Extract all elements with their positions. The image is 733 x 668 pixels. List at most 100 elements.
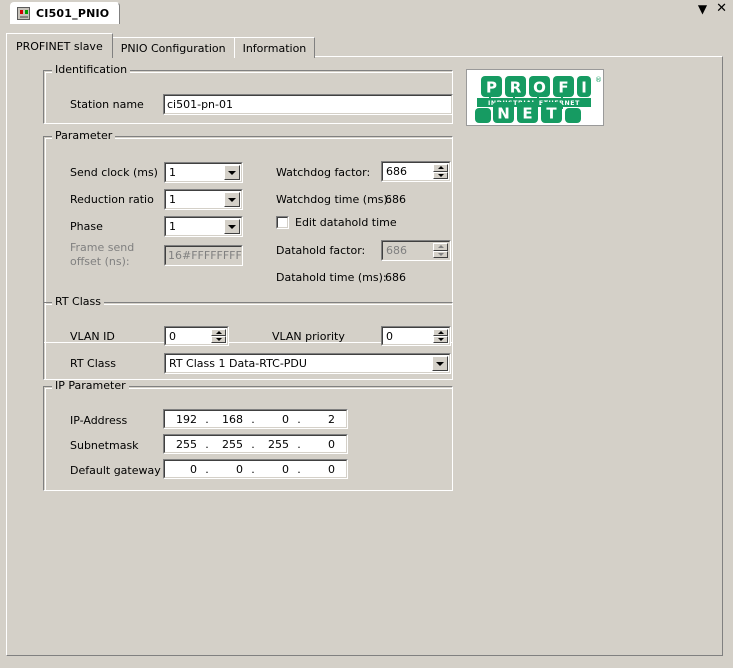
- close-icon[interactable]: ✕: [716, 2, 727, 15]
- ip-address-input[interactable]: 192 . 168 . 0 . 2: [163, 409, 348, 429]
- subnetmask-label: Subnetmask: [70, 439, 139, 452]
- parameter-title: Parameter: [52, 130, 116, 142]
- watchdog-time-label: Watchdog time (ms):: [276, 193, 392, 206]
- gateway-octet-3[interactable]: 0: [257, 463, 295, 476]
- spinner-up-icon[interactable]: [433, 164, 448, 172]
- subnet-octet-2[interactable]: 255: [211, 438, 249, 451]
- ip-parameter-groupbox: IP Parameter IP-Address 192 . 168 . 0 . …: [43, 380, 453, 491]
- send-clock-combobox[interactable]: 1: [164, 162, 243, 183]
- reduction-ratio-label: Reduction ratio: [70, 193, 154, 206]
- ip-octet-2[interactable]: 168: [211, 413, 249, 426]
- tab-information[interactable]: Information: [233, 37, 316, 58]
- rt-class-value: RT Class 1 Data-RTC-PDU: [169, 357, 307, 370]
- spinner-down-icon: [433, 250, 448, 258]
- ip-separator: .: [251, 462, 255, 476]
- vlan-priority-value: 0: [386, 329, 393, 343]
- phase-combobox[interactable]: 1: [164, 216, 243, 237]
- spinner-down-icon[interactable]: [433, 171, 448, 179]
- tab-pnio-configuration[interactable]: PNIO Configuration: [111, 37, 235, 58]
- vlan-priority-spinner[interactable]: 0: [381, 326, 451, 346]
- default-gateway-input[interactable]: 0 . 0 . 0 . 0: [163, 459, 348, 479]
- vlan-priority-label: VLAN priority: [272, 330, 345, 343]
- identification-title: Identification: [52, 64, 131, 76]
- edit-datahold-time-checkbox[interactable]: Edit datahold time: [276, 216, 397, 229]
- datahold-factor-value: 686: [386, 244, 407, 257]
- station-name-label: Station name: [70, 98, 144, 111]
- logo-top-letters: P R O F I ®: [481, 76, 602, 97]
- datahold-time-value: 686: [385, 271, 406, 284]
- tab-strip: PROFINET slave PNIO Configuration Inform…: [6, 31, 316, 58]
- vlan-id-value: 0: [169, 329, 176, 343]
- subnet-octet-3[interactable]: 255: [257, 438, 295, 451]
- svg-text:O: O: [533, 79, 546, 97]
- gateway-octet-4[interactable]: 0: [303, 463, 341, 476]
- reduction-ratio-value: 1: [169, 193, 176, 206]
- minimize-icon[interactable]: ▼: [698, 3, 707, 15]
- module-icon: [17, 7, 30, 20]
- spinner-down-icon[interactable]: [211, 336, 226, 343]
- frame-send-offset-value: 16#FFFFFFFF: [168, 249, 242, 262]
- gateway-octet-2[interactable]: 0: [211, 463, 249, 476]
- tab-profinet-slave[interactable]: PROFINET slave: [6, 33, 113, 58]
- watchdog-factor-label: Watchdog factor:: [276, 166, 371, 179]
- profinet-logo-svg: P R O F I ® N E T: [475, 76, 602, 123]
- station-name-value: ci501-pn-01: [167, 98, 233, 111]
- ip-separator: .: [205, 437, 209, 451]
- ip-octet-3[interactable]: 0: [257, 413, 295, 426]
- datahold-factor-label: Datahold factor:: [276, 244, 366, 257]
- subnet-octet-4[interactable]: 0: [303, 438, 341, 451]
- phase-label: Phase: [70, 220, 103, 233]
- ip-separator: .: [297, 462, 301, 476]
- document-tab-ci501-pnio[interactable]: CI501_PNIO: [10, 2, 121, 24]
- svg-text:E: E: [522, 105, 532, 123]
- svg-text:R: R: [510, 79, 522, 97]
- window-titlebar: CI501_PNIO ▼ ✕: [0, 0, 733, 25]
- ip-separator: .: [297, 412, 301, 426]
- datahold-factor-spinner: 686: [381, 240, 451, 261]
- phase-value: 1: [169, 220, 176, 233]
- watchdog-factor-value: 686: [386, 165, 407, 178]
- spinner-down-icon[interactable]: [433, 336, 448, 343]
- chevron-down-icon[interactable]: [432, 356, 448, 371]
- subnet-octet-1[interactable]: 255: [165, 438, 203, 451]
- ip-separator: .: [297, 437, 301, 451]
- spinner-up-icon[interactable]: [433, 329, 448, 336]
- svg-text:N: N: [497, 105, 510, 123]
- tab-label: PNIO Configuration: [120, 41, 226, 55]
- chevron-down-icon[interactable]: [224, 192, 240, 207]
- window-buttons: ▼ ✕: [698, 2, 727, 15]
- registered-mark: ®: [595, 76, 602, 84]
- subnetmask-input[interactable]: 255 . 255 . 255 . 0: [163, 434, 348, 454]
- send-clock-label: Send clock (ms): [70, 166, 158, 179]
- ip-separator: .: [251, 437, 255, 451]
- svg-text:F: F: [558, 79, 568, 97]
- gateway-octet-1[interactable]: 0: [165, 463, 203, 476]
- tab-label: PROFINET slave: [16, 39, 103, 53]
- frame-send-offset-label-line1: Frame send: [70, 241, 135, 254]
- rt-class-title: RT Class: [52, 296, 104, 308]
- spinner-up-icon[interactable]: [211, 329, 226, 336]
- checkbox-box[interactable]: [276, 216, 289, 229]
- send-clock-value: 1: [169, 166, 176, 179]
- rt-class-label: RT Class: [70, 357, 116, 370]
- svg-text:T: T: [546, 105, 557, 123]
- chevron-down-icon[interactable]: [224, 165, 240, 180]
- frame-send-offset-input: 16#FFFFFFFF: [164, 245, 243, 266]
- rt-class-combobox[interactable]: RT Class 1 Data-RTC-PDU: [164, 353, 451, 374]
- watchdog-factor-spinner[interactable]: 686: [381, 161, 451, 182]
- ip-separator: .: [251, 412, 255, 426]
- edit-datahold-time-label: Edit datahold time: [295, 216, 397, 229]
- ip-octet-4[interactable]: 2: [303, 413, 341, 426]
- chevron-down-icon[interactable]: [224, 219, 240, 234]
- station-name-input[interactable]: ci501-pn-01: [163, 94, 453, 115]
- ip-octet-1[interactable]: 192: [165, 413, 203, 426]
- frame-send-offset-label-line2: offset (ns):: [70, 255, 130, 268]
- svg-text:I: I: [581, 79, 587, 97]
- reduction-ratio-combobox[interactable]: 1: [164, 189, 243, 210]
- identification-groupbox: Identification Station name ci501-pn-01: [43, 64, 453, 124]
- spinner-up-icon: [433, 243, 448, 251]
- datahold-time-label: Datahold time (ms):: [276, 271, 387, 284]
- default-gateway-label: Default gateway: [70, 464, 161, 477]
- profinet-logo: P R O F I ® N E T: [466, 69, 604, 126]
- vlan-id-spinner[interactable]: 0: [164, 326, 229, 346]
